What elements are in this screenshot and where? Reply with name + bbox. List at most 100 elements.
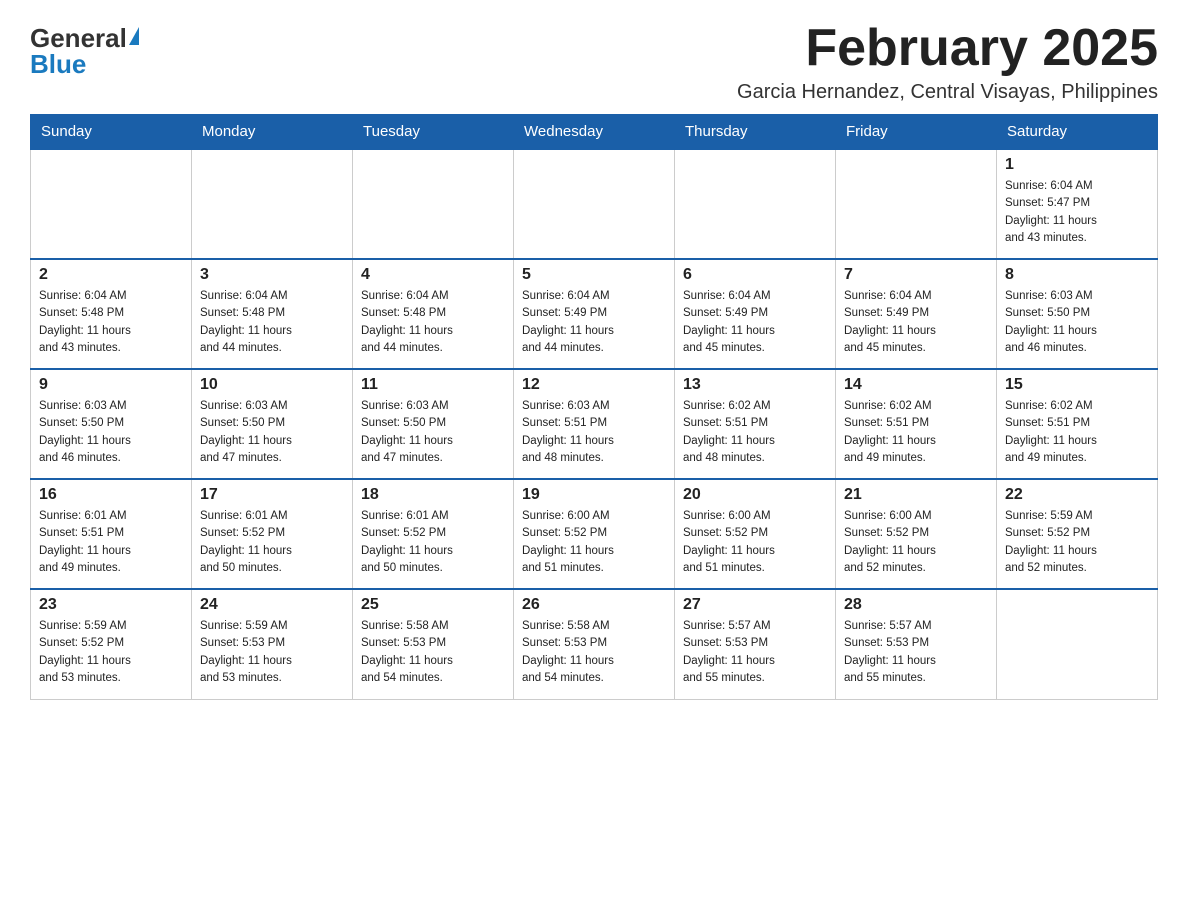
- calendar-cell: 19Sunrise: 6:00 AM Sunset: 5:52 PM Dayli…: [514, 479, 675, 589]
- day-number: 2: [39, 266, 183, 284]
- day-info: Sunrise: 6:02 AM Sunset: 5:51 PM Dayligh…: [844, 398, 988, 467]
- day-number: 22: [1005, 486, 1149, 504]
- calendar-cell: 2Sunrise: 6:04 AM Sunset: 5:48 PM Daylig…: [31, 259, 192, 369]
- calendar-cell: 4 Sunrise: 6:04 AM Sunset: 5:48 PM Daylig…: [353, 259, 514, 369]
- weekday-header-sunday: Sunday: [31, 115, 192, 150]
- day-info: Sunrise: 6:00 AM Sunset: 5:52 PM Dayligh…: [683, 508, 827, 577]
- calendar-cell: [514, 149, 675, 259]
- weekday-header-monday: Monday: [192, 115, 353, 150]
- calendar-cell: [353, 149, 514, 259]
- month-title: February 2025: [737, 20, 1158, 77]
- day-info: Sunrise: 6:01 AM Sunset: 5:52 PM Dayligh…: [361, 508, 505, 577]
- day-number: 14: [844, 376, 988, 394]
- calendar-cell: 17 Sunrise: 6:01 AM Sunset: 5:52 PM Dayli…: [192, 479, 353, 589]
- day-number: 13: [683, 376, 827, 394]
- day-number: 28: [844, 596, 988, 614]
- day-info: Sunrise: 6:01 AM Sunset: 5:51 PM Dayligh…: [39, 508, 183, 577]
- calendar-cell: 25 Sunrise: 5:58 AM Sunset: 5:53 PM Dayli…: [353, 589, 514, 699]
- calendar-cell: [31, 149, 192, 259]
- calendar-cell: 6 Sunrise: 6:04 AM Sunset: 5:49 PM Daylig…: [675, 259, 836, 369]
- calendar-cell: 7 Sunrise: 6:04 AM Sunset: 5:49 PM Daylig…: [836, 259, 997, 369]
- day-info: Sunrise: 5:57 AM Sunset: 5:53 PM Dayligh…: [683, 618, 827, 687]
- day-info: Sunrise: 6:04 AM Sunset: 5:49 PM Dayligh…: [844, 288, 988, 357]
- day-number: 24: [200, 596, 344, 614]
- day-info: Sunrise: 5:59 AM Sunset: 5:52 PM Dayligh…: [1005, 508, 1149, 577]
- day-number: 16: [39, 486, 183, 504]
- day-info: Sunrise: 5:59 AM Sunset: 5:52 PM Dayligh…: [39, 618, 183, 687]
- logo: General Blue: [30, 20, 139, 77]
- calendar-cell: [675, 149, 836, 259]
- calendar-cell: 16 Sunrise: 6:01 AM Sunset: 5:51 PM Dayli…: [31, 479, 192, 589]
- weekday-header-tuesday: Tuesday: [353, 115, 514, 150]
- day-info: Sunrise: 5:59 AM Sunset: 5:53 PM Dayligh…: [200, 618, 344, 687]
- day-info: Sunrise: 5:58 AM Sunset: 5:53 PM Dayligh…: [361, 618, 505, 687]
- day-number: 26: [522, 596, 666, 614]
- day-number: 25: [361, 596, 505, 614]
- day-number: 4: [361, 266, 505, 284]
- day-info: Sunrise: 6:01 AM Sunset: 5:52 PM Dayligh…: [200, 508, 344, 577]
- logo-general-text: General: [30, 25, 127, 51]
- calendar-cell: 28 Sunrise: 5:57 AM Sunset: 5:53 PM Dayli…: [836, 589, 997, 699]
- day-info: Sunrise: 6:00 AM Sunset: 5:52 PM Dayligh…: [844, 508, 988, 577]
- day-number: 5: [522, 266, 666, 284]
- calendar-cell: 3Sunrise: 6:04 AM Sunset: 5:48 PM Daylig…: [192, 259, 353, 369]
- day-info: Sunrise: 6:03 AM Sunset: 5:50 PM Dayligh…: [200, 398, 344, 467]
- day-info: Sunrise: 6:04 AM Sunset: 5:47 PM Dayligh…: [1005, 178, 1149, 247]
- day-number: 9: [39, 376, 183, 394]
- calendar-cell: 10 Sunrise: 6:03 AM Sunset: 5:50 PM Dayli…: [192, 369, 353, 479]
- day-number: 10: [200, 376, 344, 394]
- calendar-cell: [997, 589, 1158, 699]
- calendar-header-row: SundayMondayTuesdayWednesdayThursdayFrid…: [31, 115, 1158, 150]
- calendar-cell: [192, 149, 353, 259]
- calendar-cell: 8Sunrise: 6:03 AM Sunset: 5:50 PM Daylig…: [997, 259, 1158, 369]
- day-number: 15: [1005, 376, 1149, 394]
- calendar-cell: 11 Sunrise: 6:03 AM Sunset: 5:50 PM Dayli…: [353, 369, 514, 479]
- calendar-cell: 5Sunrise: 6:04 AM Sunset: 5:49 PM Daylig…: [514, 259, 675, 369]
- day-number: 18: [361, 486, 505, 504]
- calendar-cell: [836, 149, 997, 259]
- day-number: 8: [1005, 266, 1149, 284]
- day-info: Sunrise: 6:03 AM Sunset: 5:50 PM Dayligh…: [361, 398, 505, 467]
- day-info: Sunrise: 5:57 AM Sunset: 5:53 PM Dayligh…: [844, 618, 988, 687]
- weekday-header-saturday: Saturday: [997, 115, 1158, 150]
- title-area: February 2025 Garcia Hernandez, Central …: [737, 20, 1158, 104]
- weekday-header-thursday: Thursday: [675, 115, 836, 150]
- calendar-cell: 27Sunrise: 5:57 AM Sunset: 5:53 PM Dayli…: [675, 589, 836, 699]
- day-info: Sunrise: 6:02 AM Sunset: 5:51 PM Dayligh…: [683, 398, 827, 467]
- day-info: Sunrise: 6:04 AM Sunset: 5:48 PM Dayligh…: [361, 288, 505, 357]
- calendar-cell: 9Sunrise: 6:03 AM Sunset: 5:50 PM Daylig…: [31, 369, 192, 479]
- logo-triangle-icon: [129, 27, 139, 45]
- day-number: 11: [361, 376, 505, 394]
- day-info: Sunrise: 6:03 AM Sunset: 5:51 PM Dayligh…: [522, 398, 666, 467]
- location-title: Garcia Hernandez, Central Visayas, Phili…: [737, 81, 1158, 104]
- calendar-cell: 13 Sunrise: 6:02 AM Sunset: 5:51 PM Dayli…: [675, 369, 836, 479]
- day-info: Sunrise: 5:58 AM Sunset: 5:53 PM Dayligh…: [522, 618, 666, 687]
- calendar-cell: 22 Sunrise: 5:59 AM Sunset: 5:52 PM Dayli…: [997, 479, 1158, 589]
- day-number: 3: [200, 266, 344, 284]
- day-number: 20: [683, 486, 827, 504]
- day-number: 23: [39, 596, 183, 614]
- weekday-header-wednesday: Wednesday: [514, 115, 675, 150]
- header: General Blue February 2025 Garcia Hernan…: [30, 20, 1158, 104]
- day-number: 1: [1005, 156, 1149, 174]
- calendar-cell: 21 Sunrise: 6:00 AM Sunset: 5:52 PM Dayli…: [836, 479, 997, 589]
- day-number: 21: [844, 486, 988, 504]
- calendar-cell: 12 Sunrise: 6:03 AM Sunset: 5:51 PM Dayli…: [514, 369, 675, 479]
- day-number: 6: [683, 266, 827, 284]
- calendar-cell: 20 Sunrise: 6:00 AM Sunset: 5:52 PM Dayli…: [675, 479, 836, 589]
- calendar-cell: 18 Sunrise: 6:01 AM Sunset: 5:52 PM Dayli…: [353, 479, 514, 589]
- calendar-week-row: 16 Sunrise: 6:01 AM Sunset: 5:51 PM Dayli…: [31, 479, 1158, 589]
- day-info: Sunrise: 6:04 AM Sunset: 5:49 PM Dayligh…: [683, 288, 827, 357]
- calendar-week-row: 9 Sunrise: 6:03 AM Sunset: 5:50 PM Daylig…: [31, 369, 1158, 479]
- day-number: 7: [844, 266, 988, 284]
- calendar-week-row: 23 Sunrise: 5:59 AM Sunset: 5:52 PM Dayli…: [31, 589, 1158, 699]
- day-number: 12: [522, 376, 666, 394]
- day-info: Sunrise: 6:02 AM Sunset: 5:51 PM Dayligh…: [1005, 398, 1149, 467]
- calendar-cell: 1 Sunrise: 6:04 AM Sunset: 5:47 PM Daylig…: [997, 149, 1158, 259]
- day-number: 19: [522, 486, 666, 504]
- calendar-week-row: 2 Sunrise: 6:04 AM Sunset: 5:48 PM Daylig…: [31, 259, 1158, 369]
- calendar-cell: 26 Sunrise: 5:58 AM Sunset: 5:53 PM Dayli…: [514, 589, 675, 699]
- day-number: 17: [200, 486, 344, 504]
- weekday-header-friday: Friday: [836, 115, 997, 150]
- logo-blue-text: Blue: [30, 51, 86, 77]
